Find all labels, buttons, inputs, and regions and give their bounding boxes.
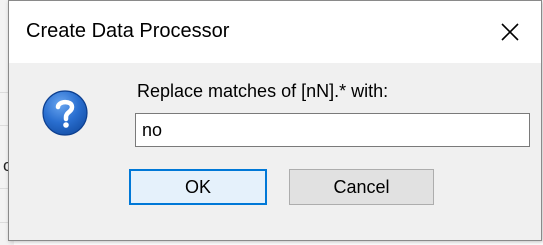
question-icon (42, 90, 88, 136)
cancel-button[interactable]: Cancel (289, 169, 434, 205)
create-data-processor-dialog: Create Data Processor Replace matches of… (8, 0, 542, 241)
prompt-label: Replace matches of [nN].* with: (137, 81, 389, 101)
close-button[interactable] (479, 1, 541, 63)
title-bar[interactable]: Create Data Processor (9, 1, 541, 63)
dialog-title: Create Data Processor (26, 20, 230, 42)
close-icon (501, 23, 519, 41)
ok-button[interactable]: OK (129, 169, 267, 205)
replacement-input[interactable] (135, 113, 530, 147)
